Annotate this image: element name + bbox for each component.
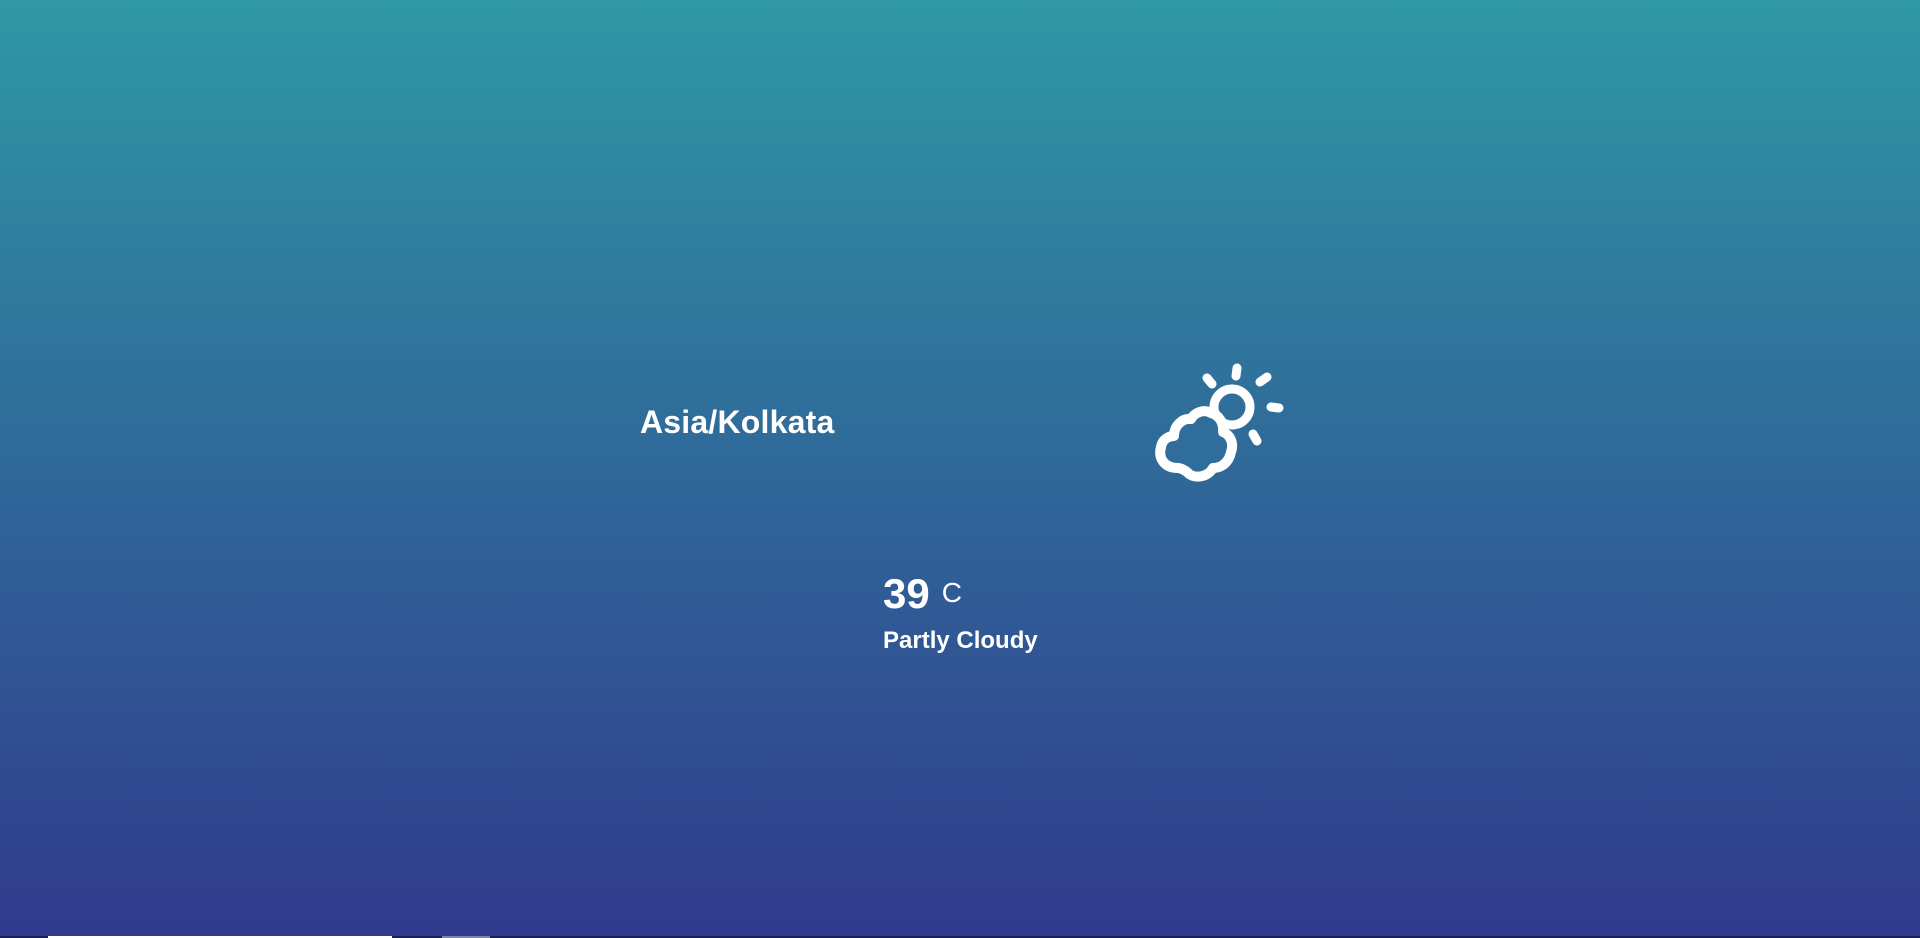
- temperature-block: 39 C Partly Cloudy: [883, 573, 1038, 653]
- temperature-value: 39: [883, 570, 930, 617]
- location-name: Asia/Kolkata: [640, 404, 835, 440]
- weather-app: Asia/Kolkata 39 C Partly Cloudy: [0, 0, 1920, 938]
- weather-condition: Partly Cloudy: [883, 627, 1038, 654]
- temperature-unit: C: [941, 577, 962, 608]
- temperature-row: 39 C: [883, 573, 1038, 615]
- partly-cloudy-icon: [1150, 362, 1286, 486]
